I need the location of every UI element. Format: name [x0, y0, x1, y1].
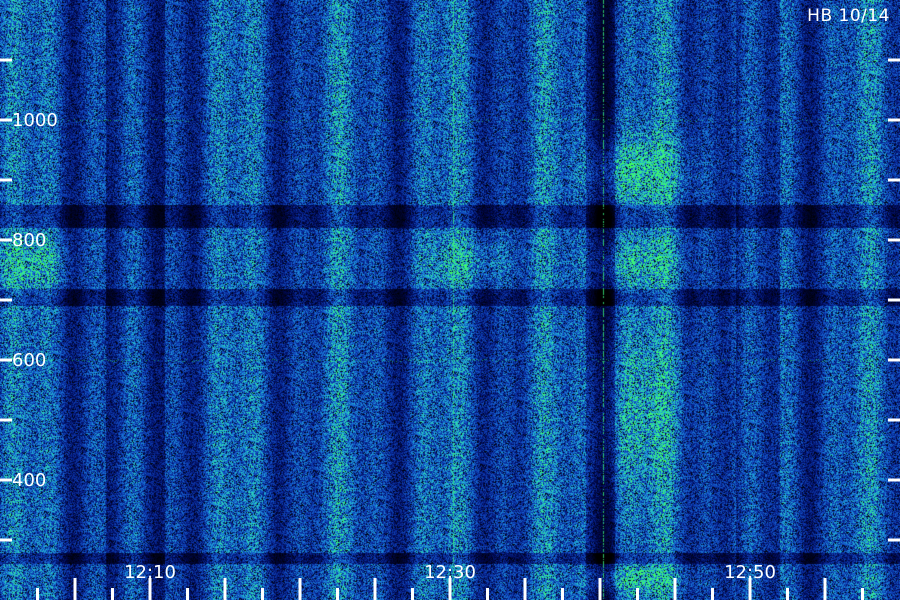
y-tick-label: 800: [12, 230, 46, 251]
x-tick-label: 12:50: [724, 562, 776, 583]
y-tick-label: 600: [12, 350, 46, 371]
axis-overlay: 1000 800 600 400 12:10 12:30 12:50: [0, 58, 900, 600]
y-tick-label: 400: [12, 470, 46, 491]
x-tick-label: 12:30: [424, 562, 476, 583]
x-tick-label: 12:10: [124, 562, 176, 583]
tick-layer: 1000 800 600 400 12:10 12:30 12:50: [0, 58, 900, 600]
station-label: HB 10/14: [807, 6, 890, 26]
y-tick-label: 1000: [12, 110, 58, 131]
